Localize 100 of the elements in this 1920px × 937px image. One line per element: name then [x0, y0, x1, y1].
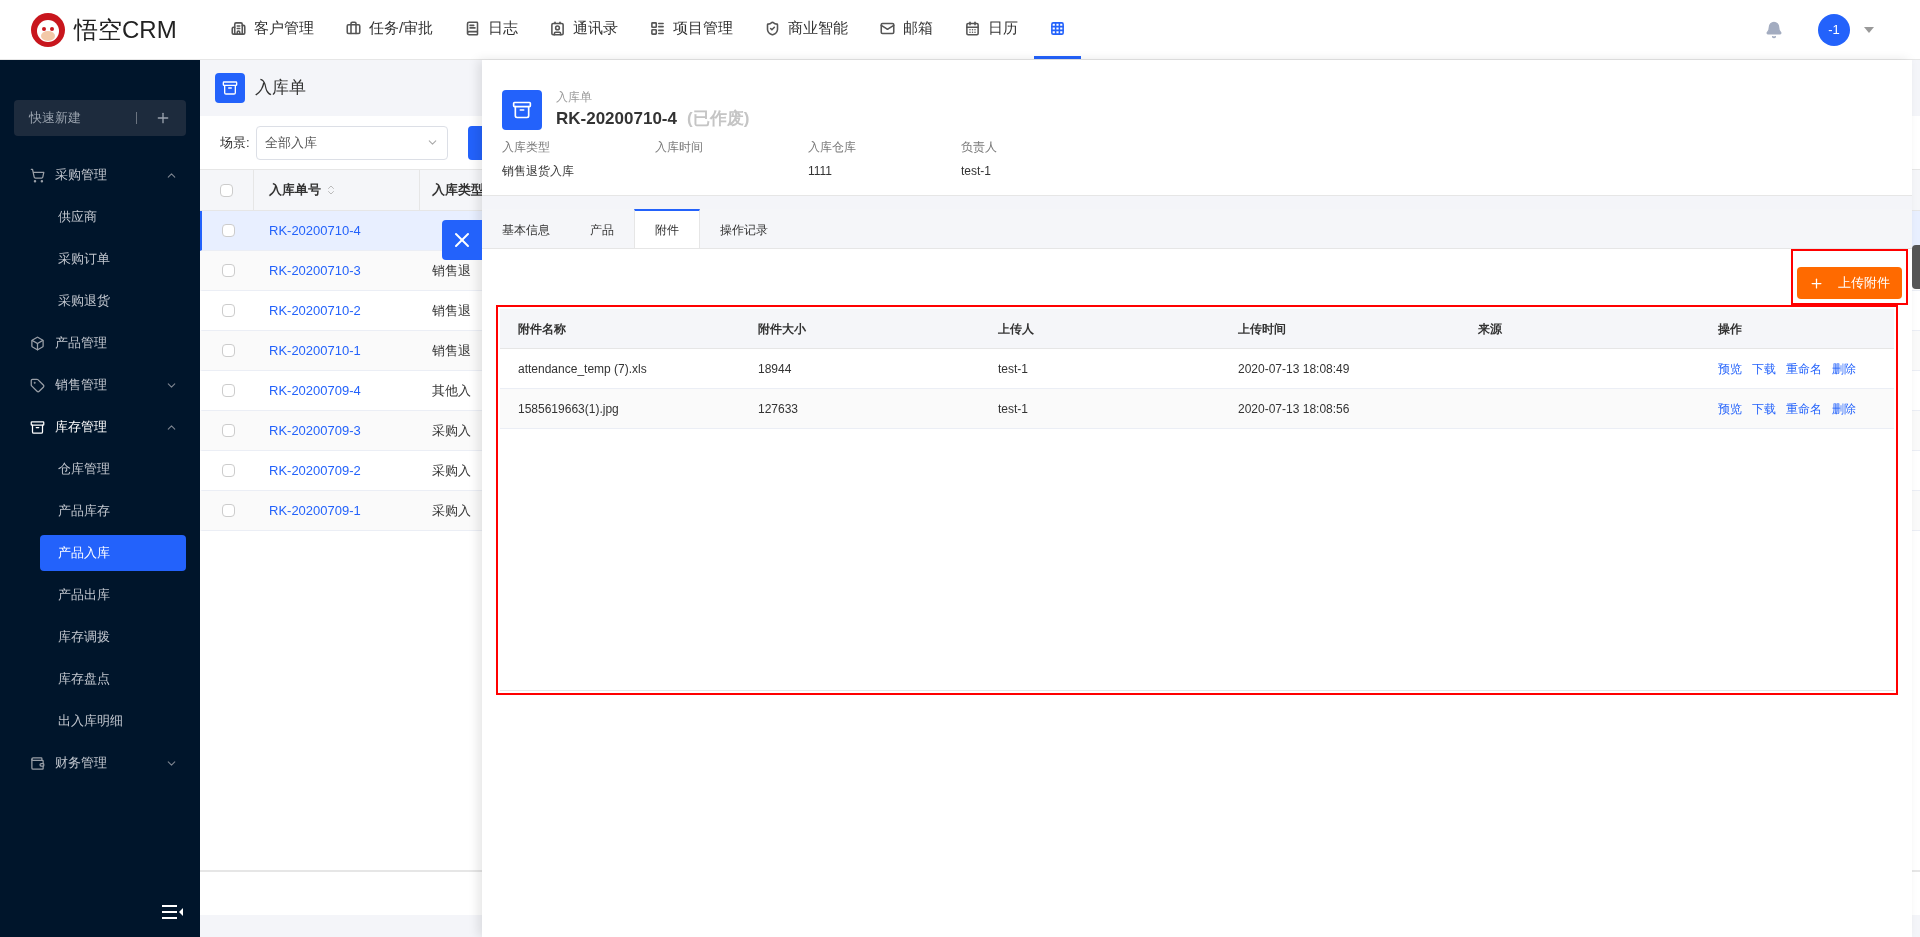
action-link[interactable]: 下载 [1752, 399, 1776, 418]
notification-bell-icon[interactable] [1765, 20, 1783, 39]
nav-tab[interactable]: 项目管理 [634, 0, 750, 59]
warehouse-entry-icon [502, 89, 542, 130]
scene-select[interactable]: 全部入库 [255, 125, 448, 160]
nav-icon [346, 20, 361, 36]
menu-icon [30, 755, 45, 771]
entry-number-link[interactable]: RK-20200710-4 [269, 222, 361, 238]
table-cell: attendance_temp (7).xls [518, 361, 647, 376]
sidebar-item[interactable]: 采购订单 [40, 241, 186, 277]
sidebar-item[interactable]: 库存调拨 [40, 619, 186, 655]
nav-icon [650, 20, 666, 36]
entry-number-link[interactable]: RK-20200709-1 [269, 502, 361, 518]
column-header: 入库单号 [269, 181, 321, 200]
action-link[interactable]: 重命名 [1786, 399, 1822, 418]
nav-icon [550, 20, 566, 36]
table-cell-text: 销售退 [431, 301, 471, 320]
row-checkbox[interactable] [221, 464, 235, 477]
warehouse-entry-icon [215, 73, 245, 103]
table-cell: test-1 [998, 401, 1028, 416]
field-label: 入库仓库 [808, 138, 857, 156]
entry-number-link[interactable]: RK-20200710-3 [269, 262, 361, 278]
nav-tab[interactable]: 商业智能 [749, 0, 865, 59]
row-checkbox[interactable] [221, 264, 235, 277]
table-cell: 2020-07-13 18:08:56 [1238, 401, 1350, 416]
table-cell: 1585619663(1).jpg [518, 401, 619, 416]
sidebar-group[interactable]: 采购管理 [0, 154, 200, 196]
sidebar-item[interactable]: 供应商 [40, 199, 186, 235]
table-cell-text: 销售退 [431, 341, 471, 360]
sidebar-group[interactable]: 产品管理 [0, 322, 200, 364]
row-checkbox[interactable] [221, 504, 235, 517]
detail-tab[interactable]: 操作记录 [700, 209, 788, 248]
dropdown-caret-icon[interactable] [1864, 26, 1874, 33]
close-drawer-button[interactable] [442, 220, 482, 260]
table-cell-text: 采购入 [431, 501, 471, 520]
sidebar-item[interactable]: 产品库存 [40, 493, 186, 529]
detail-tab[interactable]: 附件 [634, 209, 700, 248]
table-cell: 2020-07-13 18:08:49 [1238, 361, 1350, 376]
nav-tab[interactable]: 日志 [449, 0, 535, 59]
menu-icon [30, 335, 45, 351]
action-link[interactable]: 下载 [1752, 359, 1776, 378]
user-avatar[interactable]: -1 [1818, 13, 1850, 46]
entry-number-link[interactable]: RK-20200710-1 [269, 342, 361, 358]
nav-icon [965, 20, 981, 36]
table-cell: test-1 [998, 361, 1028, 376]
scene-label: 场景: [220, 133, 250, 152]
sidebar-group[interactable]: 销售管理 [0, 364, 200, 406]
sidebar-item[interactable]: 产品入库 [40, 535, 186, 571]
row-checkbox[interactable] [221, 304, 235, 317]
detail-tab[interactable]: 基本信息 [482, 209, 570, 248]
nav-tab[interactable]: 任务/审批 [330, 0, 450, 59]
field-label: 负责人 [961, 138, 998, 156]
row-checkbox[interactable] [221, 384, 235, 397]
sort-icon[interactable] [325, 184, 337, 196]
sidebar-group[interactable]: 财务管理 [0, 742, 200, 784]
nav-icon [765, 20, 781, 36]
monkey-logo-icon [30, 11, 66, 48]
action-link[interactable]: 预览 [1718, 359, 1742, 378]
scroll-handle[interactable] [1912, 245, 1920, 289]
table-cell: 18944 [758, 361, 792, 376]
sidebar-item[interactable]: 仓库管理 [40, 451, 186, 487]
field-label: 入库类型 [502, 138, 551, 156]
quick-create-button[interactable]: 快速新建 [14, 100, 186, 136]
plus-icon [1809, 275, 1824, 291]
action-link[interactable]: 删除 [1832, 359, 1856, 378]
action-link[interactable]: 重命名 [1786, 359, 1822, 378]
entry-number-link[interactable]: RK-20200709-4 [269, 382, 361, 398]
group-label: 产品管理 [55, 334, 108, 353]
nav-icon [465, 20, 481, 36]
nav-icon [880, 20, 896, 36]
field-value: test-1 [961, 162, 992, 180]
entry-number-link[interactable]: RK-20200709-2 [269, 462, 361, 478]
collapse-menu-icon[interactable] [162, 905, 184, 919]
action-link[interactable]: 预览 [1718, 399, 1742, 418]
record-title: RK-20200710-4 [556, 108, 677, 130]
nav-tab[interactable]: 日历 [949, 0, 1035, 59]
row-checkbox[interactable] [221, 424, 235, 437]
sidebar-item[interactable]: 库存盘点 [40, 661, 186, 697]
page-title: 入库单 [255, 77, 306, 100]
row-checkbox[interactable] [221, 224, 235, 237]
group-label: 采购管理 [55, 166, 108, 185]
sidebar-group[interactable]: 库存管理 [0, 406, 200, 448]
detail-tab[interactable]: 产品 [570, 209, 634, 248]
column-header: 附件大小 [758, 321, 806, 336]
entry-number-link[interactable]: RK-20200709-3 [269, 422, 361, 438]
record-type-label: 入库单 [556, 89, 593, 106]
action-link[interactable]: 删除 [1832, 399, 1856, 418]
entry-number-link[interactable]: RK-20200710-2 [269, 302, 361, 318]
row-checkbox[interactable] [221, 344, 235, 357]
column-header: 来源 [1478, 321, 1502, 336]
sidebar-item[interactable]: 出入库明细 [40, 703, 186, 739]
nav-tab[interactable]: 邮箱 [864, 0, 950, 59]
table-cell-text: 销售退 [431, 261, 471, 280]
nav-tab[interactable]: 客户管理 [215, 0, 330, 59]
menu-icon [30, 167, 45, 183]
select-all-checkbox[interactable] [220, 183, 233, 197]
sidebar-item[interactable]: 采购退货 [40, 283, 186, 319]
nav-tab[interactable]: 通讯录 [534, 0, 635, 59]
table-cell-text: 其他入 [431, 381, 471, 400]
sidebar-item[interactable]: 产品出库 [40, 577, 186, 613]
